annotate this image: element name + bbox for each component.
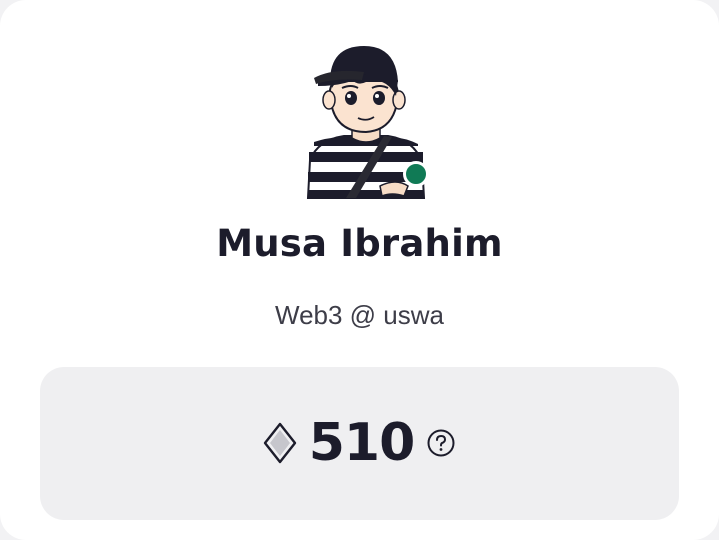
- profile-role: Web3 @ uswa: [275, 300, 444, 330]
- points-row: 510: [40, 367, 679, 520]
- diamond-icon: [263, 422, 296, 463]
- avatar[interactable]: [296, 40, 436, 200]
- profile-name: Musa Ibrahim: [216, 222, 503, 265]
- profile-card: Musa Ibrahim Web3 @ uswa 510: [0, 0, 719, 540]
- question-circle-icon[interactable]: [426, 428, 456, 458]
- points-panel: 510: [40, 367, 679, 520]
- points-value: 510: [308, 412, 416, 473]
- online-status-indicator: [403, 161, 429, 187]
